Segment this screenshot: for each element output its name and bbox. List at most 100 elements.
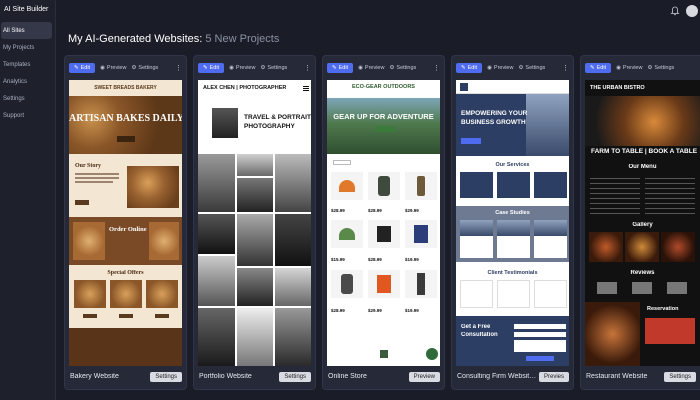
offer-image — [110, 280, 142, 308]
more-options-icon[interactable]: ⋮ — [562, 64, 569, 72]
sidebar-item-templates[interactable]: Templates — [0, 56, 55, 73]
pencil-icon: ✎ — [590, 65, 595, 71]
site-card-online-store[interactable]: ✎ Edit ◉ Preview ⚙ Settings ⋮ ECO-GEAR OUTD… — [322, 55, 445, 390]
gallery-photo — [275, 214, 311, 266]
consult-hero-button — [461, 138, 481, 144]
testimonial-card — [497, 280, 530, 308]
bell-icon[interactable] — [670, 6, 680, 16]
product-image — [405, 270, 437, 298]
sidebar-item-support[interactable]: Support — [0, 107, 55, 124]
offer-button — [119, 314, 133, 318]
sidebar-item-analytics[interactable]: Analytics — [0, 73, 55, 90]
pagination-button — [380, 350, 388, 358]
preview-button[interactable]: ◉ Preview — [100, 65, 126, 71]
gallery-photo — [237, 154, 273, 176]
product-price: $28.99 — [368, 208, 382, 213]
card-footer: Bakery Website Settings — [65, 364, 186, 389]
more-options-icon[interactable]: ⋮ — [175, 64, 182, 72]
card-settings-button[interactable]: Settings — [279, 371, 311, 382]
product-price: $29.99 — [405, 208, 419, 213]
settings-button[interactable]: ⚙ Settings — [389, 65, 416, 71]
site-card-portfolio[interactable]: ✎ Edit ◉ Preview ⚙ Settings ⋮ ALEX CHEN | P… — [193, 55, 316, 390]
bakery-order-heading: Order Online — [109, 226, 147, 233]
preview-label: Preview — [106, 65, 127, 71]
site-card-restaurant[interactable]: ✎ Edit ◉ Preview ⚙ Settings THE URBAN BISTR… — [580, 55, 700, 390]
edit-label: Edit — [338, 65, 349, 71]
card-preview-button[interactable]: Previes — [538, 371, 569, 382]
site-preview-bakery[interactable]: SWEET BREADS BAKERY ARTISAN BAKES DAILY … — [69, 80, 182, 366]
sidebar-item-my-projects[interactable]: My Projects — [0, 39, 55, 56]
bakery-story-heading: Our Story — [75, 163, 102, 169]
preview-button[interactable]: ◉ Preview — [616, 65, 642, 71]
form-submit-button — [526, 356, 554, 361]
preview-label: Preview — [235, 65, 256, 71]
bistro-gallery-heading: Gallery — [632, 222, 653, 228]
consult-hero-image — [526, 94, 569, 156]
settings-label: Settings — [267, 65, 288, 71]
text-line — [75, 177, 119, 179]
edit-button[interactable]: ✎ Edit — [327, 63, 354, 73]
more-options-icon[interactable]: ⋮ — [304, 64, 311, 72]
edit-label: Edit — [596, 65, 607, 71]
pencil-icon: ✎ — [332, 65, 337, 71]
gallery-photo — [589, 232, 623, 262]
edit-button[interactable]: ✎ Edit — [585, 63, 612, 73]
card-title: Bakery Website — [70, 373, 119, 380]
settings-button[interactable]: ⚙ Settings — [131, 65, 158, 71]
product-image — [331, 172, 363, 200]
settings-button[interactable]: ⚙ Settings — [647, 65, 674, 71]
store-hero-button — [375, 126, 395, 132]
menu-list — [645, 174, 695, 214]
gallery-photo — [237, 214, 273, 266]
edit-button[interactable]: ✎ Edit — [69, 63, 96, 73]
sidebar-item-all-sites[interactable]: All Sites — [1, 22, 52, 39]
sidebar-item-settings[interactable]: Settings — [0, 90, 55, 107]
preview-button[interactable]: ◉ Preview — [358, 65, 384, 71]
pencil-icon: ✎ — [74, 65, 79, 71]
card-settings-button[interactable]: Settings — [150, 371, 182, 382]
eye-icon: ◉ — [100, 65, 105, 71]
site-preview-portfolio[interactable]: ALEX CHEN | PHOTOGRAPHER TRAVEL & PORTRA… — [198, 80, 311, 366]
card-footer: Restaurant Website Settings — [581, 364, 700, 389]
site-card-bakery[interactable]: ✎ Edit ◉ Preview ⚙ Settings ⋮ SWEET BREADS … — [64, 55, 187, 390]
bistro-reviews-heading: Reviews — [630, 270, 655, 276]
edit-button[interactable]: ✎ Edit — [198, 63, 225, 73]
gallery-photo — [275, 268, 311, 306]
card-toolbar: ✎ Edit ◉ Preview ⚙ Settings ⋮ — [194, 56, 315, 80]
site-preview-online-store[interactable]: ECO-GEAR OUTDOORS GEAR UP FOR ADVENTURE … — [327, 80, 440, 366]
gallery-photo — [237, 308, 273, 366]
card-settings-button[interactable]: Settings — [664, 371, 696, 382]
edit-label: Edit — [80, 65, 91, 71]
text-line — [75, 173, 119, 175]
testimonial-card — [460, 280, 493, 308]
consult-services-heading: Our Services — [495, 162, 530, 168]
card-preview-button[interactable]: Preview — [408, 371, 440, 382]
settings-button[interactable]: ⚙ Settings — [518, 65, 545, 71]
gear-icon: ⚙ — [260, 65, 266, 71]
site-preview-restaurant[interactable]: THE URBAN BISTRO FARM TO TABLE | BOOK A … — [585, 80, 700, 366]
site-card-consulting[interactable]: ✎ Edit ◉ Preview ⚙ Settings ⋮ EMPOWERING YO… — [451, 55, 574, 390]
product-price: $19.99 — [405, 308, 419, 313]
testimonial-card — [534, 280, 567, 308]
pencil-icon: ✎ — [461, 65, 466, 71]
consult-logo-icon — [460, 83, 468, 91]
settings-button[interactable]: ⚙ Settings — [260, 65, 287, 71]
case-card — [460, 220, 493, 258]
site-preview-consulting[interactable]: EMPOWERING YOUR BUSINESS GROWTH Our Serv… — [456, 80, 569, 366]
portfolio-hero-line1: TRAVEL & PORTRAIT — [244, 114, 311, 121]
form-field — [514, 324, 566, 329]
bakery-hero-title: ARTISAN BAKES DAILY — [69, 113, 182, 124]
user-avatar[interactable] — [686, 5, 698, 17]
portfolio-hero-line2: PHOTOGRAPHY — [244, 123, 295, 130]
bakery-brand: SWEET BREADS BAKERY — [94, 85, 157, 91]
card-footer: Portfolio Website Settings — [194, 364, 315, 389]
preview-button[interactable]: ◉ Preview — [229, 65, 255, 71]
more-options-icon[interactable]: ⋮ — [433, 64, 440, 72]
edit-button[interactable]: ✎ Edit — [456, 63, 483, 73]
product-image — [405, 172, 437, 200]
gallery-photo — [237, 178, 273, 212]
preview-button[interactable]: ◉ Preview — [487, 65, 513, 71]
bakery-footer — [69, 328, 182, 366]
preview-label: Preview — [364, 65, 385, 71]
portrait-image — [212, 108, 238, 138]
